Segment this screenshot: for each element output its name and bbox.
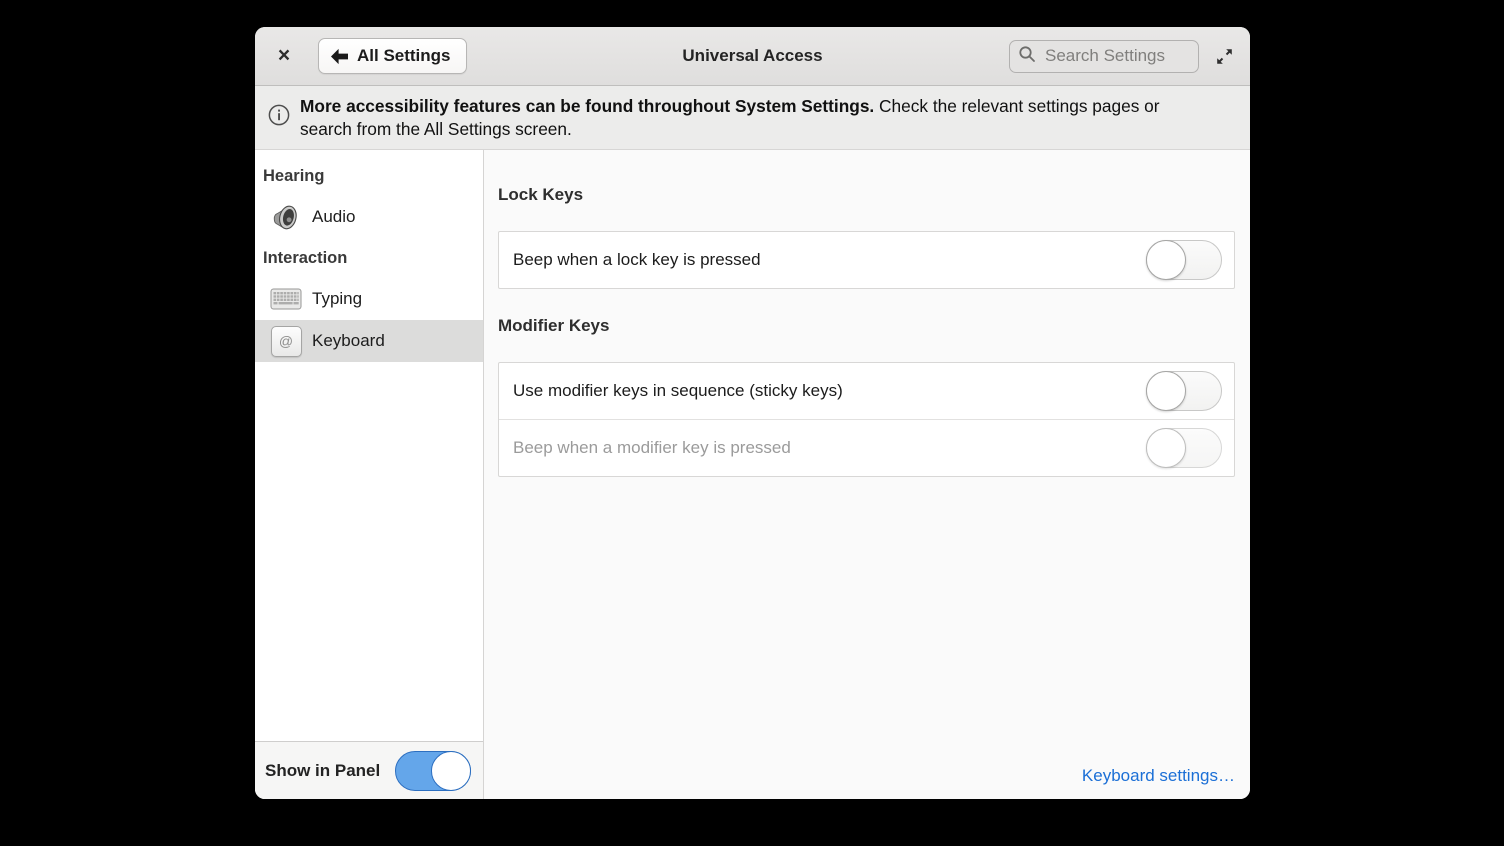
- at-key-glyph: @: [271, 326, 302, 357]
- sidebar-item-label: Keyboard: [312, 331, 385, 351]
- toggle-knob: [1146, 240, 1186, 280]
- search-input[interactable]: [1043, 45, 1190, 67]
- search-field[interactable]: [1009, 40, 1199, 73]
- expand-icon[interactable]: [1211, 43, 1237, 69]
- search-icon: [1018, 45, 1036, 68]
- setting-label: Use modifier keys in sequence (sticky ke…: [513, 381, 843, 401]
- banner-text-bold: More accessibility features can be found…: [300, 96, 874, 116]
- speaker-icon: [270, 202, 302, 232]
- main-content: Lock Keys Beep when a lock key is presse…: [484, 150, 1250, 799]
- desktop-background: { "titlebar": { "close_glyph": "×", "bac…: [0, 0, 1504, 846]
- at-key-icon: @: [270, 326, 302, 357]
- show-in-panel-label: Show in Panel: [265, 761, 380, 781]
- titlebar: × All Settings Universal Access: [255, 27, 1250, 86]
- setting-row-sticky-keys: Use modifier keys in sequence (sticky ke…: [499, 363, 1234, 419]
- sidebar-item-typing[interactable]: Typing: [255, 278, 483, 320]
- all-settings-button[interactable]: All Settings: [318, 38, 467, 74]
- toggle-knob: [1146, 428, 1186, 468]
- info-banner: More accessibility features can be found…: [255, 86, 1250, 150]
- sidebar-item-audio[interactable]: Audio: [255, 196, 483, 238]
- sidebar-header-hearing: Hearing: [255, 156, 483, 196]
- sidebar-item-keyboard[interactable]: @ Keyboard: [255, 320, 483, 362]
- keyboard-icon: [270, 287, 302, 311]
- close-button[interactable]: ×: [272, 44, 296, 68]
- sidebar-nav: Hearing Audio Interaction: [255, 150, 483, 741]
- sidebar-item-label: Audio: [312, 207, 355, 227]
- info-icon: [268, 104, 290, 131]
- modifier-keys-card: Use modifier keys in sequence (sticky ke…: [498, 362, 1235, 477]
- toggle-knob: [431, 751, 471, 791]
- sidebar-footer: Show in Panel: [255, 741, 483, 799]
- sidebar: Hearing Audio Interaction: [255, 150, 484, 799]
- titlebar-right: [1009, 40, 1250, 73]
- section-header-lock-keys: Lock Keys: [498, 184, 1235, 205]
- sidebar-item-label: Typing: [312, 289, 362, 309]
- keyboard-settings-link[interactable]: Keyboard settings…: [1082, 766, 1235, 786]
- banner-text: More accessibility features can be found…: [300, 95, 1188, 140]
- show-in-panel-toggle[interactable]: [395, 751, 471, 791]
- setting-row-beep-modifier-key: Beep when a modifier key is pressed: [499, 419, 1234, 476]
- back-arrow-icon: [330, 48, 349, 65]
- setting-label: Beep when a lock key is pressed: [513, 250, 761, 270]
- beep-lock-key-toggle[interactable]: [1146, 240, 1222, 280]
- beep-modifier-key-toggle[interactable]: [1146, 428, 1222, 468]
- section-header-modifier-keys: Modifier Keys: [498, 315, 1235, 336]
- all-settings-label: All Settings: [357, 46, 451, 66]
- toggle-knob: [1146, 371, 1186, 411]
- window-title: Universal Access: [682, 46, 822, 66]
- lock-keys-card: Beep when a lock key is pressed: [498, 231, 1235, 289]
- window-body: Hearing Audio Interaction: [255, 150, 1250, 799]
- universal-access-window: × All Settings Universal Access: [255, 27, 1250, 799]
- setting-row-beep-lock-key: Beep when a lock key is pressed: [499, 232, 1234, 288]
- sidebar-header-interaction: Interaction: [255, 238, 483, 278]
- setting-label: Beep when a modifier key is pressed: [513, 438, 791, 458]
- sticky-keys-toggle[interactable]: [1146, 371, 1222, 411]
